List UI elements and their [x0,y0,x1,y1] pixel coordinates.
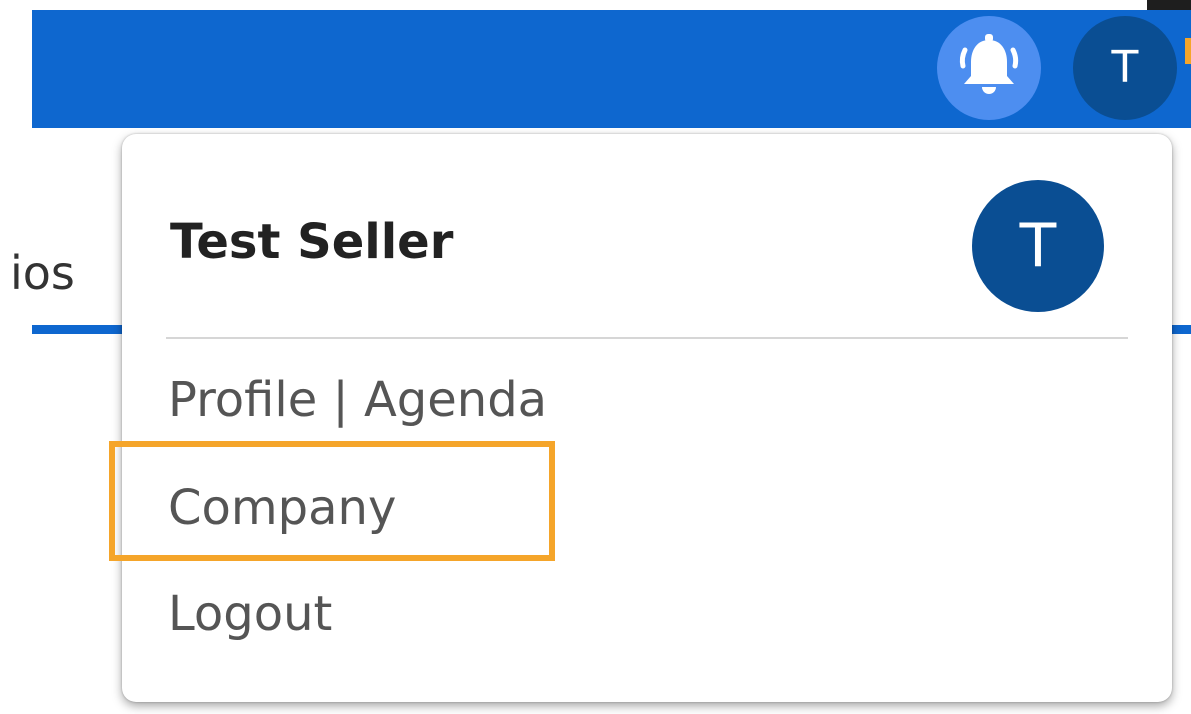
background-tab-label: ios [10,246,75,300]
background-tab-underline [32,325,128,334]
avatar[interactable]: T [1073,16,1177,120]
divider [166,337,1128,339]
user-menu-avatar: T [972,180,1104,312]
bell-icon [959,34,1019,94]
background-tab-underline-right [1172,325,1191,334]
user-menu-dropdown: Test Seller T Profile | Agenda Company L… [122,134,1172,702]
menu-item-company[interactable]: Company [168,480,396,536]
menu-item-profile-agenda[interactable]: Profile | Agenda [168,372,547,428]
user-name: Test Seller [170,214,454,270]
notifications-button[interactable] [937,16,1041,120]
screen: T ios Test Seller T Profile | Agenda Com… [0,0,1191,714]
menu-item-logout[interactable]: Logout [168,586,332,642]
badge-edge [1185,38,1191,64]
